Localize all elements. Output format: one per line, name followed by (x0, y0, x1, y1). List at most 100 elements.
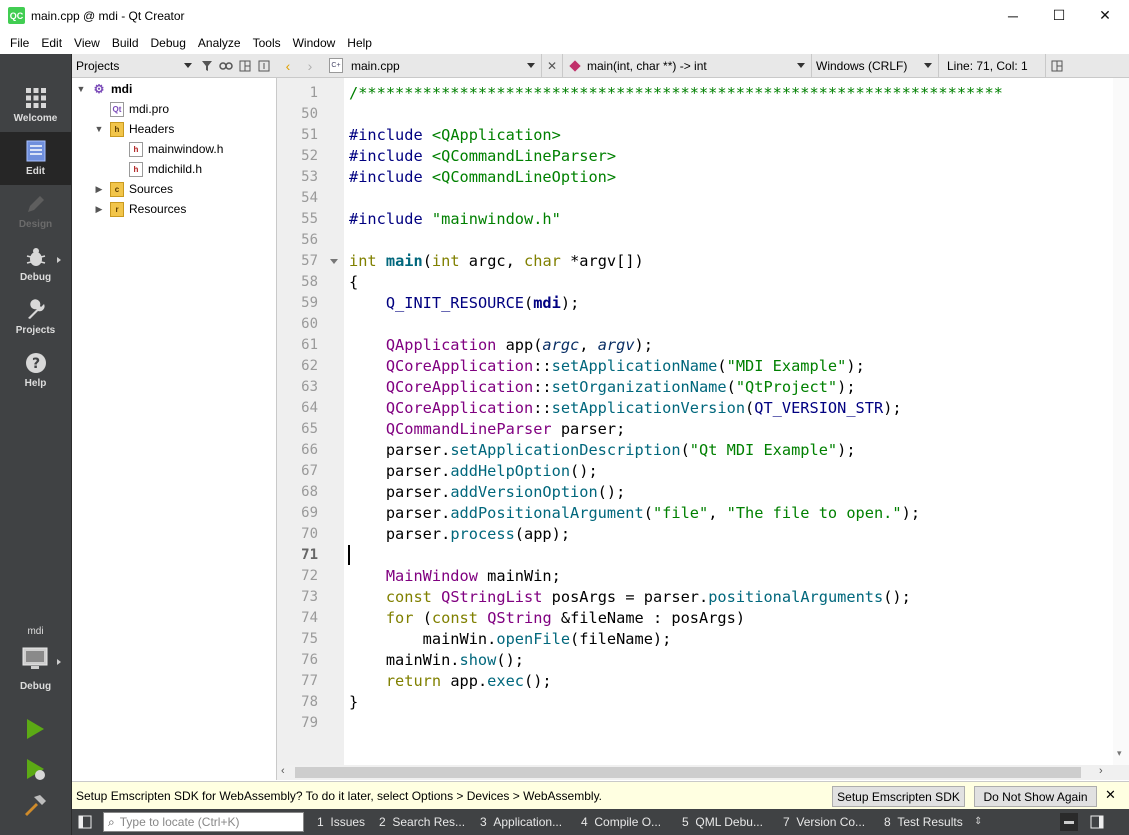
pro-file-icon: Qt (110, 101, 124, 117)
projects-view-selector[interactable]: Projects (76, 59, 178, 73)
output-pane-version-control[interactable]: 7 Version Co... (783, 815, 865, 829)
kit-selector[interactable]: Debug (0, 645, 71, 695)
mode-design[interactable]: Design (0, 185, 71, 238)
text-cursor (348, 545, 350, 565)
code-line[interactable]: QCoreApplication::setApplicationName("MD… (349, 356, 865, 377)
forward-arrow-icon[interactable]: › (299, 58, 321, 74)
output-pane-test-results[interactable]: 8 Test Results (884, 815, 963, 829)
link-icon[interactable] (216, 56, 235, 76)
maximize-button[interactable]: ☐ (1036, 0, 1082, 31)
code-line[interactable]: #include "mainwindow.h" (349, 209, 561, 230)
code-line[interactable]: QCommandLineParser parser; (349, 419, 625, 440)
mode-help[interactable]: ? Help (0, 344, 71, 397)
code-line[interactable]: const QStringList posArgs = parser.posit… (349, 587, 911, 608)
split-icon[interactable] (235, 56, 254, 76)
output-pane-compile[interactable]: 4 Compile O... (581, 815, 661, 829)
menu-build[interactable]: Build (106, 36, 145, 50)
code-line[interactable]: for (const QString &fileName : posArgs) (349, 608, 745, 629)
do-not-show-again-button[interactable]: Do Not Show Again (974, 786, 1097, 807)
code-line[interactable]: mainWin.show(); (349, 650, 524, 671)
line-number-gutter: 1 50 51 52 53 54 55 56 57 58 59 60 61 62 63 64 65 66 67 68 6… (277, 78, 344, 765)
expanded-arrow-icon[interactable]: ▼ (94, 124, 104, 134)
close-document-icon[interactable]: ✕ (542, 59, 562, 73)
menu-file[interactable]: File (4, 36, 35, 50)
tree-item-mdichild-h[interactable]: h mdichild.h (129, 159, 202, 179)
code-editor[interactable]: /***************************************… (344, 78, 1114, 765)
code-line[interactable]: { (349, 272, 358, 293)
tree-item-headers[interactable]: ▼ h Headers (94, 119, 174, 139)
tree-item-mainwindow-h[interactable]: h mainwindow.h (129, 139, 223, 159)
code-line[interactable]: /***************************************… (349, 83, 1003, 104)
code-line[interactable]: parser.setApplicationDescription("Qt MDI… (349, 440, 856, 461)
code-line[interactable]: parser.addVersionOption(); (349, 482, 625, 503)
menu-tools[interactable]: Tools (247, 36, 287, 50)
progress-details-icon[interactable] (1060, 813, 1078, 831)
scroll-right-arrow-icon[interactable]: › (1099, 765, 1103, 777)
menu-view[interactable]: View (68, 36, 106, 50)
toggle-sidebar-icon[interactable] (78, 815, 92, 832)
code-line[interactable]: #include <QApplication> (349, 125, 561, 146)
minimize-button[interactable]: ─ (990, 0, 1036, 31)
code-line[interactable]: parser.addPositionalArgument("file", "Th… (349, 503, 920, 524)
code-line[interactable]: mainWin.openFile(fileName); (349, 629, 672, 650)
output-pane-application[interactable]: 3 Application... (480, 815, 562, 829)
tree-item-sources[interactable]: ▶ c Sources (94, 179, 173, 199)
pen-icon (24, 192, 48, 216)
more-panes-arrow-icon[interactable]: ⇕ (974, 816, 982, 827)
code-line[interactable]: QApplication app(argc, argv); (349, 335, 653, 356)
vertical-scrollbar[interactable]: ▾ (1113, 78, 1129, 765)
back-arrow-icon[interactable]: ‹ (277, 58, 299, 74)
menu-debug[interactable]: Debug (145, 36, 192, 50)
mode-projects[interactable]: Projects (0, 291, 71, 344)
build-button[interactable] (22, 792, 48, 821)
output-pane-issues[interactable]: 1 Issues (317, 815, 365, 829)
close-panel-icon[interactable] (254, 56, 273, 76)
tree-item-resources[interactable]: ▶ r Resources (94, 199, 186, 219)
code-line[interactable]: return app.exec(); (349, 671, 552, 692)
split-editor-icon[interactable] (1046, 60, 1068, 72)
line-endings-combo[interactable]: Windows (CRLF) (812, 59, 938, 73)
menu-edit[interactable]: Edit (35, 36, 68, 50)
dropdown-arrow-icon[interactable] (178, 56, 197, 76)
menu-window[interactable]: Window (287, 36, 342, 50)
run-button[interactable] (22, 716, 48, 745)
output-pane-search-results[interactable]: 2 Search Res... (379, 815, 465, 829)
close-button[interactable]: ✕ (1082, 0, 1128, 31)
menu-analyze[interactable]: Analyze (192, 36, 247, 50)
menu-help[interactable]: Help (341, 36, 378, 50)
collapsed-arrow-icon[interactable]: ▶ (94, 204, 104, 214)
mode-debug[interactable]: Debug (0, 238, 71, 291)
fold-arrow-icon[interactable] (330, 259, 338, 264)
code-line[interactable]: Q_INIT_RESOURCE(mdi); (349, 293, 579, 314)
scrollbar-thumb[interactable] (295, 767, 1081, 778)
code-line[interactable]: parser.addHelpOption(); (349, 461, 598, 482)
symbol-combo[interactable]: main(int, char **) -> int (563, 59, 811, 73)
code-line[interactable]: #include <QCommandLineParser> (349, 146, 616, 167)
debug-run-button[interactable] (22, 756, 48, 785)
scroll-down-arrow-icon[interactable]: ▾ (1117, 748, 1122, 759)
filter-icon[interactable] (197, 56, 216, 76)
setup-emscripten-button[interactable]: Setup Emscripten SDK (832, 786, 965, 807)
code-line[interactable]: QCoreApplication::setOrganizationName("Q… (349, 377, 856, 398)
close-info-icon[interactable]: ✕ (1105, 787, 1116, 803)
code-line[interactable]: int main(int argc, char *argv[]) (349, 251, 644, 272)
mode-edit[interactable]: Edit (0, 132, 71, 185)
code-line[interactable]: } (349, 692, 358, 713)
tree-item-label: mdi.pro (129, 102, 170, 116)
scroll-left-arrow-icon[interactable]: ‹ (281, 765, 285, 777)
collapsed-arrow-icon[interactable]: ▶ (94, 184, 104, 194)
horizontal-scrollbar[interactable]: ‹ › (277, 765, 1129, 780)
toggle-right-sidebar-icon[interactable] (1090, 815, 1104, 832)
tree-item-mdi-pro[interactable]: Qt mdi.pro (110, 99, 169, 119)
output-pane-qml-debugger[interactable]: 5 QML Debu... (682, 815, 763, 829)
locator-input[interactable]: ⌕ Type to locate (Ctrl+K) (103, 812, 304, 832)
tree-item-mdi[interactable]: ▼ ⚙ mdi (76, 79, 133, 99)
code-line[interactable]: MainWindow mainWin; (349, 566, 561, 587)
open-documents-combo[interactable]: C+ main.cpp (321, 58, 541, 73)
expanded-arrow-icon[interactable]: ▼ (76, 84, 86, 94)
mode-welcome[interactable]: Welcome (0, 79, 71, 132)
cursor-position[interactable]: Line: 71, Col: 1 (939, 59, 1045, 73)
code-line[interactable]: #include <QCommandLineOption> (349, 167, 616, 188)
code-line[interactable]: parser.process(app); (349, 524, 570, 545)
code-line[interactable]: QCoreApplication::setApplicationVersion(… (349, 398, 902, 419)
